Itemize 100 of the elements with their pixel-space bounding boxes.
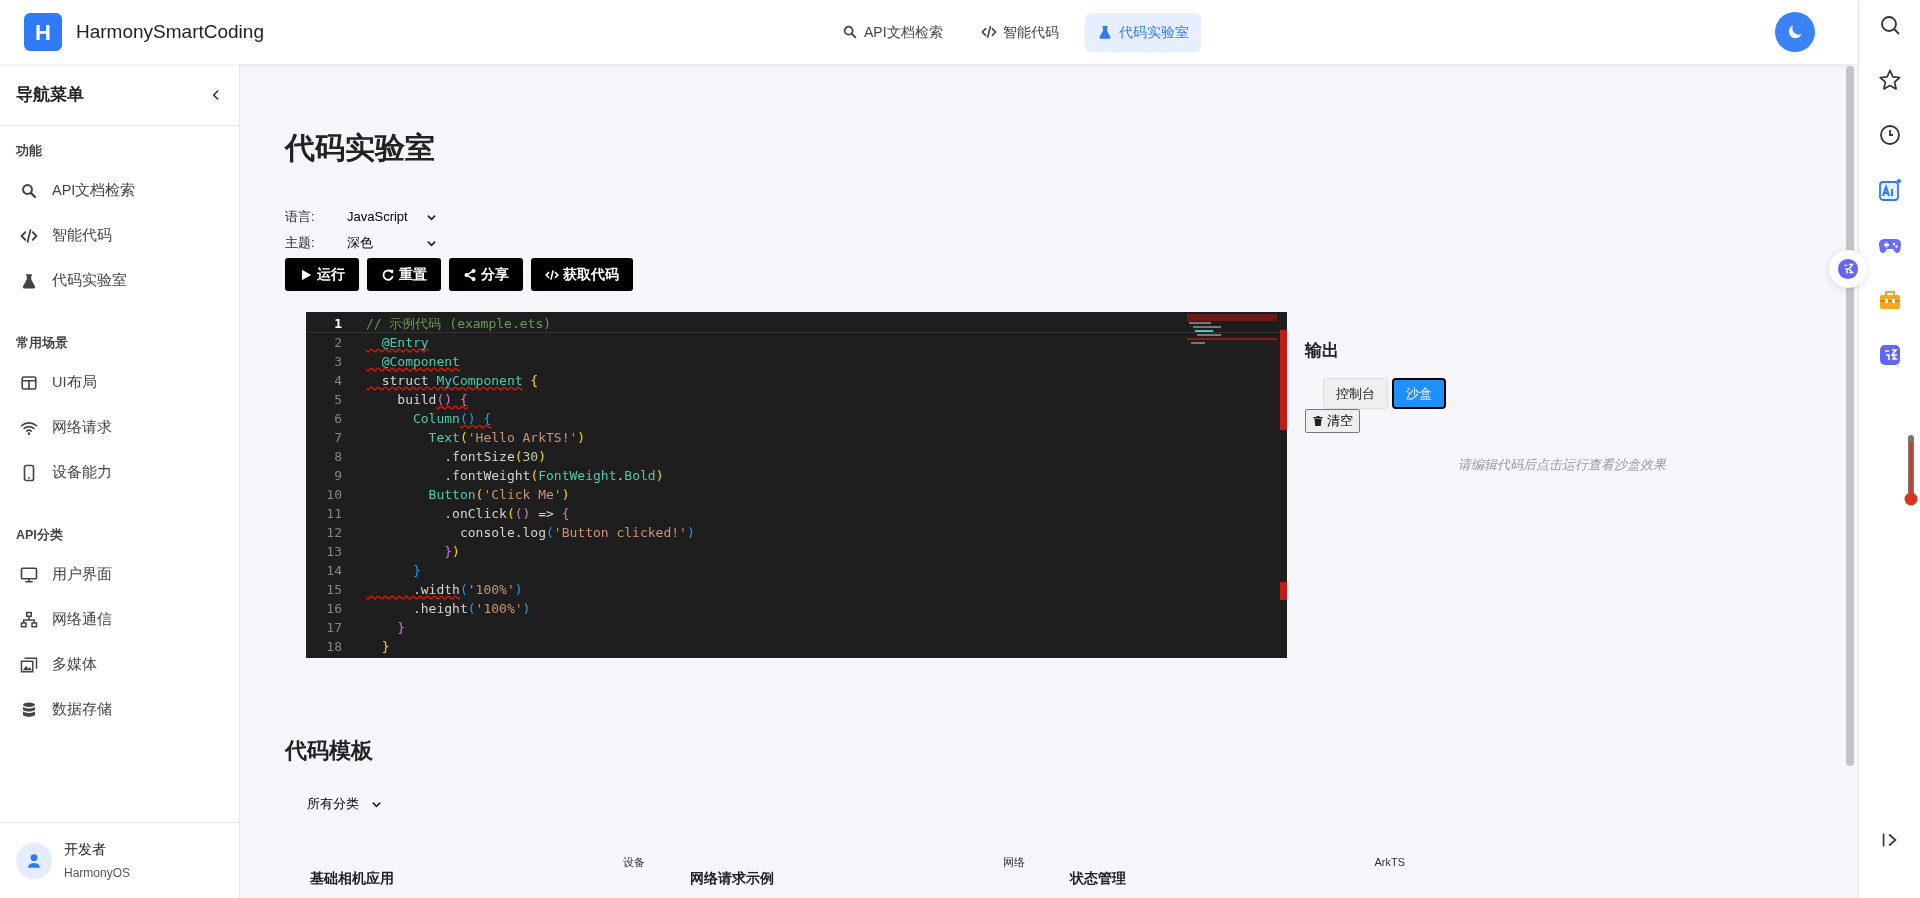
category-select[interactable]: 所有分类	[307, 794, 382, 814]
code-line: console.log('Button clicked!')	[458, 524, 695, 542]
theme-toggle-button[interactable]	[1775, 12, 1815, 52]
code-line: .fontSize(30)	[443, 448, 547, 466]
output-hint: 请编辑代码后点击运行查看沙盒效果	[1456, 455, 1668, 474]
template-category: 设备	[622, 854, 646, 870]
sidebar-item[interactable]: 数据存储	[0, 687, 239, 733]
translate-icon	[1877, 343, 1902, 367]
toolbar-button[interactable]: 分享	[449, 258, 523, 291]
trash-icon	[1312, 414, 1324, 427]
nav-tab[interactable]: 代码实验室	[1084, 12, 1201, 52]
code-line: }	[380, 638, 390, 656]
line-number: 14	[325, 562, 342, 580]
code-line: }	[411, 562, 421, 580]
line-number: 4	[333, 372, 342, 390]
section-title: 功能	[15, 143, 43, 160]
user-name: 开发者	[64, 840, 107, 859]
line-number: 12	[325, 524, 342, 542]
line-number: 18	[325, 638, 342, 656]
code-line: .fontWeight(FontWeight.Bold)	[443, 467, 664, 485]
nav-tab[interactable]: 智能代码	[968, 12, 1071, 52]
app-name: HarmonySmartCoding	[76, 19, 264, 44]
sidebar-item[interactable]: 网络通信	[0, 597, 239, 643]
sidebar-title: 导航菜单	[16, 83, 84, 106]
section-title: API分类	[15, 526, 64, 544]
template-category: 网络	[1002, 854, 1026, 870]
code-line: struct MyComponent {	[380, 372, 539, 390]
sidebar-item[interactable]: 多媒体	[0, 642, 239, 688]
toolbar-button[interactable]: 运行	[285, 258, 359, 291]
nav-tab[interactable]: API文档检索	[830, 12, 955, 52]
setting-label: 语言:	[285, 208, 316, 227]
sidebar-item[interactable]: UI布局	[0, 360, 239, 406]
toolbox-icon	[1877, 288, 1902, 312]
sidebar-item[interactable]: 智能代码	[0, 213, 239, 259]
page-title: 代码实验室	[285, 130, 436, 166]
line-number: 8	[333, 448, 342, 466]
section-title: 代码模板	[285, 738, 374, 765]
user-icon	[26, 852, 42, 869]
section-title: 常用场景	[15, 334, 69, 352]
code-line: // 示例代码 (example.ets)	[366, 315, 552, 333]
theme-select[interactable]: 深色	[347, 233, 437, 253]
sidebar-item[interactable]: 用户界面	[0, 552, 239, 598]
output-title: 输出	[1305, 340, 1340, 362]
code-editor[interactable]	[306, 312, 1287, 658]
monitor-icon	[20, 565, 38, 584]
share-icon	[463, 267, 477, 282]
output-tab[interactable]: 控制台	[1323, 377, 1388, 409]
line-number: 16	[325, 600, 342, 618]
search-icon	[20, 182, 38, 201]
line-number: 1	[333, 315, 342, 333]
thermometer-icon[interactable]	[1904, 434, 1918, 508]
clear-button[interactable]: 清空	[1305, 409, 1360, 433]
code-line: .height('100%')	[411, 600, 531, 618]
code-line: Column() {	[411, 410, 492, 428]
template-title[interactable]: 基础相机应用	[285, 870, 665, 887]
code-line: @Entry	[380, 334, 429, 352]
scrollbar[interactable]	[1846, 66, 1854, 766]
line-number: 3	[333, 353, 342, 371]
layout-icon	[20, 374, 38, 392]
clock-icon	[1877, 123, 1902, 147]
translate-icon	[1837, 258, 1859, 280]
code-line: Text('Hello ArkTS!')	[427, 429, 586, 447]
line-number: 10	[325, 486, 342, 504]
sidebar-item[interactable]: 代码实验室	[0, 258, 239, 304]
app-logo: H	[24, 13, 62, 51]
line-number: 13	[325, 543, 342, 561]
template-title[interactable]: 网络请求示例	[665, 870, 1045, 887]
toolbar-button[interactable]: 获取代码	[531, 258, 633, 291]
search-icon	[842, 24, 858, 40]
network-icon	[20, 610, 38, 629]
star-icon	[1877, 68, 1902, 92]
line-number: 9	[333, 467, 342, 485]
language-select[interactable]: JavaScript	[347, 207, 437, 227]
images-icon	[20, 655, 38, 674]
code-line: .width('100%')	[411, 581, 523, 599]
code-line: @Component	[380, 353, 460, 371]
template-title[interactable]: 状态管理	[1045, 870, 1425, 887]
code-line: }	[396, 619, 406, 637]
reset-icon	[381, 267, 395, 282]
translate-float-button[interactable]	[1829, 250, 1867, 288]
toolbar-button[interactable]: 重置	[367, 258, 441, 291]
line-number: 6	[333, 410, 342, 428]
template-category: ArkTS	[1373, 854, 1406, 870]
database-icon	[20, 700, 38, 719]
play-icon	[299, 267, 313, 282]
line-number: 15	[325, 581, 342, 599]
code-icon	[545, 267, 559, 282]
code-line: })	[443, 543, 460, 561]
code-icon	[20, 227, 38, 246]
line-number: 2	[333, 334, 342, 352]
flask-icon	[20, 272, 38, 291]
sidebar-item[interactable]: 设备能力	[0, 450, 239, 496]
user-subtitle: HarmonyOS	[64, 865, 131, 882]
sidebar-item[interactable]: API文档检索	[0, 168, 239, 214]
sidebar-item[interactable]: 网络请求	[0, 405, 239, 451]
line-number: 5	[333, 391, 342, 409]
code-icon	[980, 24, 997, 40]
setting-label: 主题:	[285, 234, 316, 253]
code-line: build() {	[396, 391, 468, 409]
line-number: 11	[325, 505, 342, 523]
